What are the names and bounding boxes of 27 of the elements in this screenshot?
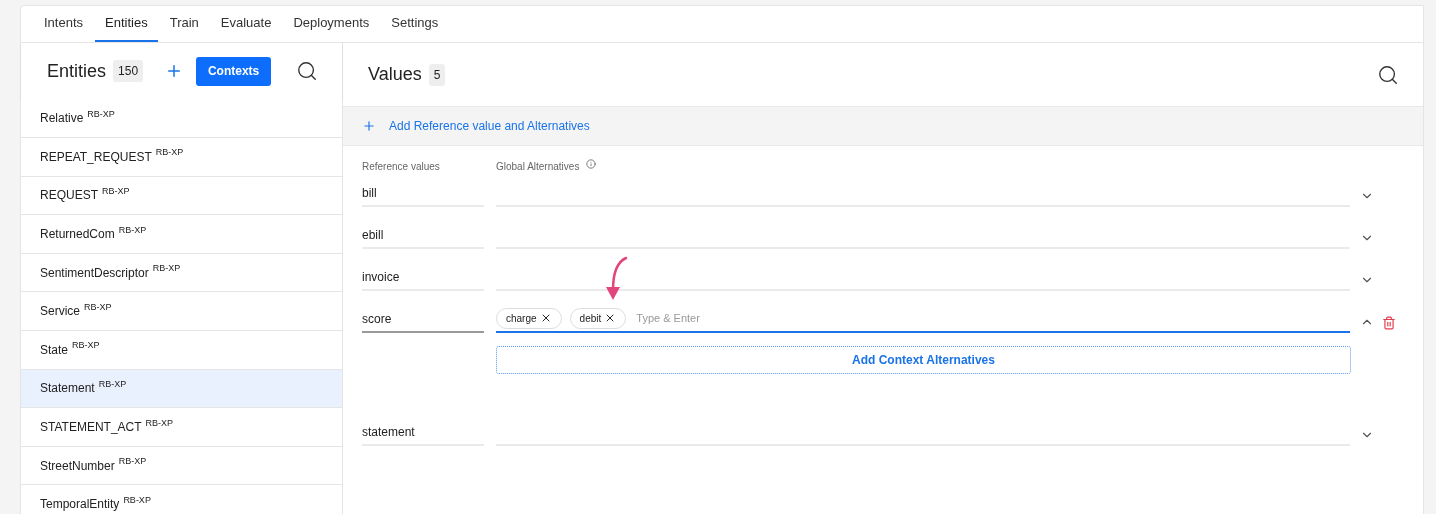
entity-list-item[interactable]: Statement $^{RB-XP}$: [21, 369, 342, 409]
alternatives-field[interactable]: charge debit Type & Enter: [496, 307, 1350, 333]
reference-value-field[interactable]: ebill: [362, 226, 484, 249]
reference-value-field[interactable]: bill: [362, 184, 484, 207]
nav-tab[interactable]: Train: [159, 6, 209, 42]
search-icon[interactable]: [1377, 63, 1399, 86]
nav-tab[interactable]: Entities: [95, 6, 158, 42]
annotation-arrow: [603, 256, 629, 302]
panel-title: Values: [368, 63, 422, 86]
search-icon[interactable]: [296, 60, 318, 83]
count-badge: 5: [428, 63, 446, 86]
alternative-input[interactable]: Type & Enter: [636, 309, 837, 327]
add-icon: [362, 119, 376, 133]
nav-tab[interactable]: Intents: [34, 6, 94, 42]
reference-value-field[interactable]: invoice: [362, 268, 484, 291]
reference-value-field[interactable]: statement: [362, 423, 484, 446]
nav-tab[interactable]: Settings: [381, 6, 449, 42]
nav-tab[interactable]: Evaluate: [210, 6, 282, 42]
reference-value-field[interactable]: score: [362, 310, 484, 333]
nav-tab[interactable]: Deployments: [283, 6, 380, 42]
add-reference-button[interactable]: Add Reference value and Alternatives: [343, 106, 1423, 146]
column-header: Reference values: [362, 160, 441, 174]
contexts-button[interactable]: Contexts: [196, 56, 272, 86]
count-badge: 150: [113, 60, 144, 83]
column-header: Global Alternatives: [496, 160, 580, 174]
delete-icon[interactable]: [1382, 316, 1396, 330]
panel-title: Entities: [47, 59, 107, 83]
